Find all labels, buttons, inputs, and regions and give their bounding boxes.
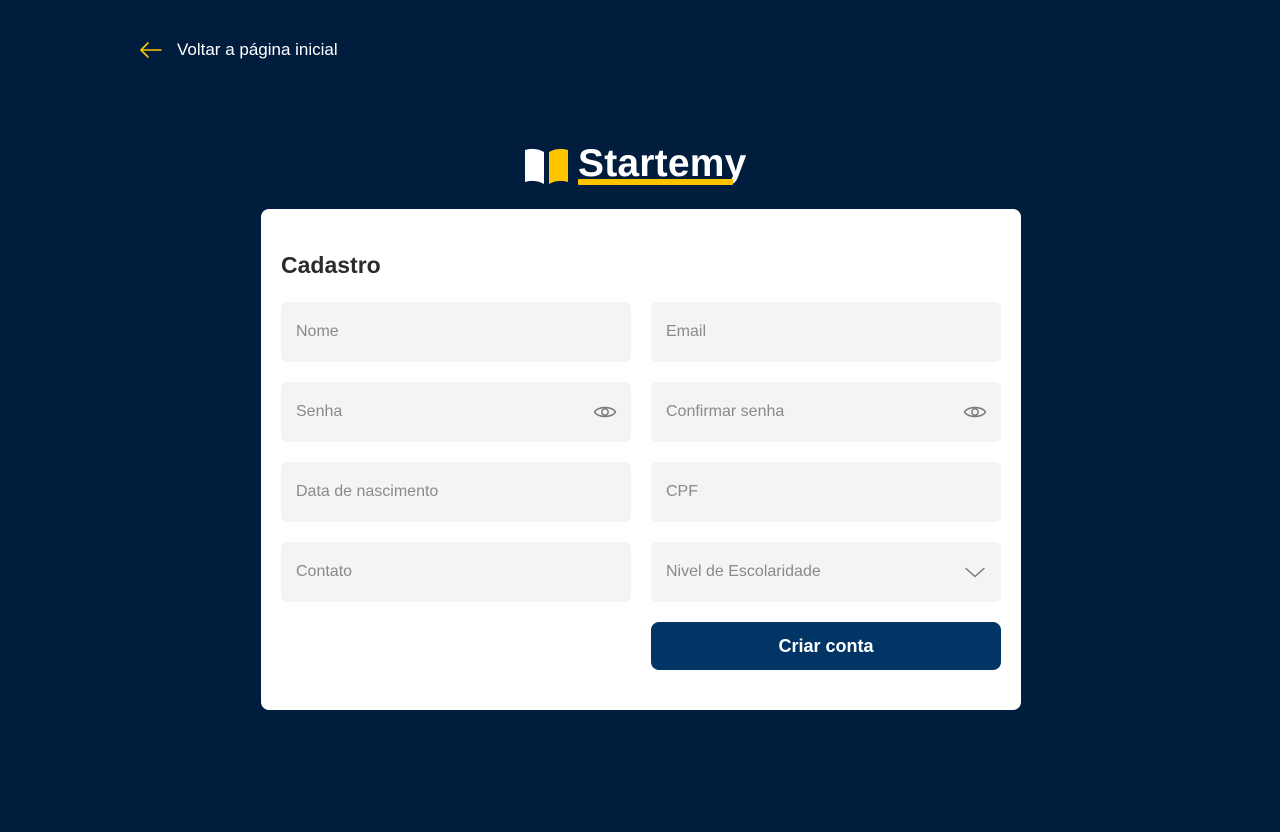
create-account-button[interactable]: Criar conta xyxy=(651,622,1001,670)
password-input[interactable] xyxy=(296,403,593,421)
confirm-password-input[interactable] xyxy=(666,403,963,421)
signup-card: Cadastro Nivel de Escola xyxy=(261,209,1021,710)
brand-underline xyxy=(578,179,733,185)
back-link-label: Voltar a página inicial xyxy=(177,40,338,59)
email-input[interactable] xyxy=(666,323,987,341)
education-level-placeholder: Nivel de Escolaridade xyxy=(666,563,821,580)
open-book-icon xyxy=(525,148,569,192)
contact-field[interactable] xyxy=(281,542,631,602)
email-field[interactable] xyxy=(651,302,1001,362)
back-to-home-link[interactable]: Voltar a página inicial xyxy=(139,38,338,62)
eye-icon[interactable] xyxy=(593,400,617,424)
chevron-down-icon xyxy=(963,560,987,584)
confirm-password-field[interactable] xyxy=(651,382,1001,442)
arrow-left-icon xyxy=(139,38,163,62)
contact-input[interactable] xyxy=(296,563,617,581)
birthdate-field[interactable] xyxy=(281,462,631,522)
form-title: Cadastro xyxy=(281,252,381,278)
eye-icon[interactable] xyxy=(963,400,987,424)
password-field[interactable] xyxy=(281,382,631,442)
birthdate-input[interactable] xyxy=(296,483,617,501)
brand-logo: Startemy xyxy=(525,144,747,188)
cpf-field[interactable] xyxy=(651,462,1001,522)
name-input[interactable] xyxy=(296,323,617,341)
cpf-input[interactable] xyxy=(666,483,987,501)
education-level-select[interactable]: Nivel de Escolaridade xyxy=(651,542,1001,602)
name-field[interactable] xyxy=(281,302,631,362)
brand-wordmark: Startemy xyxy=(578,144,747,185)
